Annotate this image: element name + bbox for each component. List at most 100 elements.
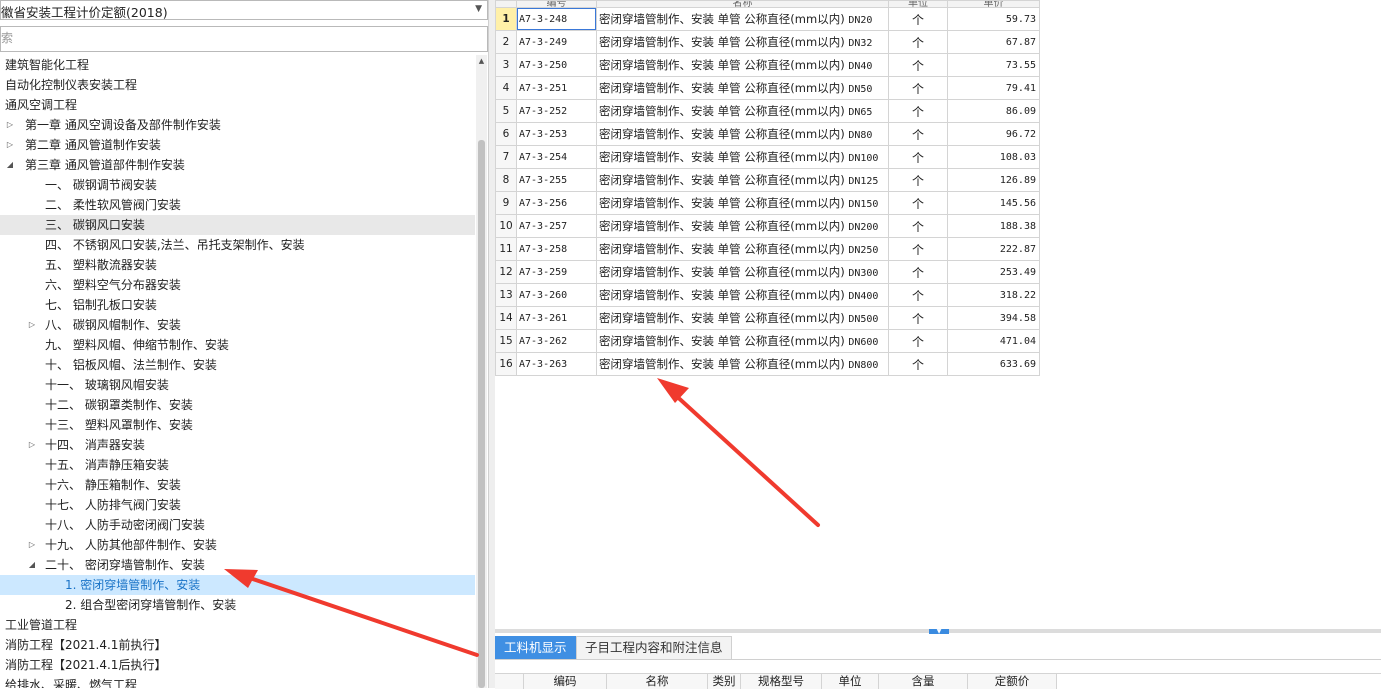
tree-node[interactable]: 十五、 消声静压箱安装 bbox=[0, 455, 475, 475]
grid-row[interactable]: 13 A7-3-260 密闭穿墙管制作、安装 单管 公称直径(mm以内) DN400… bbox=[495, 283, 1040, 307]
unit-cell[interactable]: 个 bbox=[888, 260, 948, 284]
collapsed-caret-icon[interactable]: ▷ bbox=[5, 135, 15, 155]
price-cell[interactable]: 188.38 bbox=[947, 214, 1040, 238]
tree-node[interactable]: ▷ 十四、 消声器安装 bbox=[0, 435, 475, 455]
tree-node[interactable]: 1. 密闭穿墙管制作、安装 bbox=[0, 575, 475, 595]
name-cell[interactable]: 密闭穿墙管制作、安装 单管 公称直径(mm以内) DN800 bbox=[596, 352, 889, 376]
grid-row[interactable]: 8 A7-3-255 密闭穿墙管制作、安装 单管 公称直径(mm以内) DN125 个… bbox=[495, 168, 1040, 192]
grid-row[interactable]: 15 A7-3-262 密闭穿墙管制作、安装 单管 公称直径(mm以内) DN600… bbox=[495, 329, 1040, 353]
tree-node[interactable]: ◢ 第三章 通风管道部件制作安装 bbox=[0, 155, 475, 175]
detail-header-type[interactable]: 类别 bbox=[708, 674, 741, 689]
detail-header-qty[interactable]: 含量 bbox=[879, 674, 968, 689]
search-input[interactable] bbox=[1, 28, 471, 48]
price-cell[interactable]: 126.89 bbox=[947, 168, 1040, 192]
grid-header-code[interactable]: 编号 bbox=[516, 0, 597, 8]
search-box[interactable] bbox=[0, 26, 488, 52]
code-cell[interactable]: A7-3-248 bbox=[516, 7, 597, 31]
row-number[interactable]: 15 bbox=[495, 329, 517, 353]
collapsed-caret-icon[interactable]: ▷ bbox=[27, 535, 37, 555]
panel-splitter[interactable] bbox=[488, 0, 495, 688]
tree-node[interactable]: 十一、 玻璃钢风帽安装 bbox=[0, 375, 475, 395]
grid-row[interactable]: 1 A7-3-248 密闭穿墙管制作、安装 单管 公称直径(mm以内) DN20 个 5… bbox=[495, 7, 1040, 31]
row-number[interactable]: 4 bbox=[495, 76, 517, 100]
unit-cell[interactable]: 个 bbox=[888, 122, 948, 146]
code-cell[interactable]: A7-3-260 bbox=[516, 283, 597, 307]
name-cell[interactable]: 密闭穿墙管制作、安装 单管 公称直径(mm以内) DN20 bbox=[596, 7, 889, 31]
price-cell[interactable]: 79.41 bbox=[947, 76, 1040, 100]
tree-node[interactable]: 消防工程【2021.4.1后执行】 bbox=[0, 655, 475, 675]
unit-cell[interactable]: 个 bbox=[888, 53, 948, 77]
unit-cell[interactable]: 个 bbox=[888, 7, 948, 31]
price-cell[interactable]: 633.69 bbox=[947, 352, 1040, 376]
detail-header-name[interactable]: 名称 bbox=[607, 674, 708, 689]
tab-labor-material-machine[interactable]: 工料机显示 bbox=[495, 636, 576, 659]
code-cell[interactable]: A7-3-251 bbox=[516, 76, 597, 100]
unit-cell[interactable]: 个 bbox=[888, 283, 948, 307]
tree-node[interactable]: 十七、 人防排气阀门安装 bbox=[0, 495, 475, 515]
row-number[interactable]: 2 bbox=[495, 30, 517, 54]
tree-node[interactable]: 二、 柔性软风管阀门安装 bbox=[0, 195, 475, 215]
grid-row[interactable]: 6 A7-3-253 密闭穿墙管制作、安装 单管 公称直径(mm以内) DN80 个 9… bbox=[495, 122, 1040, 146]
quota-library-select[interactable]: 徽省安装工程计价定额(2018) ▼ bbox=[0, 0, 488, 20]
grid-row[interactable]: 16 A7-3-263 密闭穿墙管制作、安装 单管 公称直径(mm以内) DN800… bbox=[495, 352, 1040, 376]
grid-row[interactable]: 7 A7-3-254 密闭穿墙管制作、安装 单管 公称直径(mm以内) DN100 个… bbox=[495, 145, 1040, 169]
price-cell[interactable]: 108.03 bbox=[947, 145, 1040, 169]
price-cell[interactable]: 222.87 bbox=[947, 237, 1040, 261]
row-number[interactable]: 16 bbox=[495, 352, 517, 376]
unit-cell[interactable]: 个 bbox=[888, 76, 948, 100]
price-cell[interactable]: 253.49 bbox=[947, 260, 1040, 284]
row-number[interactable]: 7 bbox=[495, 145, 517, 169]
tree-node[interactable]: 七、 铝制孔板口安装 bbox=[0, 295, 475, 315]
code-cell[interactable]: A7-3-249 bbox=[516, 30, 597, 54]
tree-node[interactable]: 四、 不锈钢风口安装,法兰、吊托支架制作、安装 bbox=[0, 235, 475, 255]
row-number[interactable]: 14 bbox=[495, 306, 517, 330]
code-cell[interactable]: A7-3-258 bbox=[516, 237, 597, 261]
unit-cell[interactable]: 个 bbox=[888, 168, 948, 192]
name-cell[interactable]: 密闭穿墙管制作、安装 单管 公称直径(mm以内) DN150 bbox=[596, 191, 889, 215]
unit-cell[interactable]: 个 bbox=[888, 329, 948, 353]
tree-node[interactable]: 三、 碳钢风口安装 bbox=[0, 215, 475, 235]
scrollbar-thumb[interactable] bbox=[478, 140, 485, 688]
name-cell[interactable]: 密闭穿墙管制作、安装 单管 公称直径(mm以内) DN125 bbox=[596, 168, 889, 192]
unit-cell[interactable]: 个 bbox=[888, 214, 948, 238]
tree-node[interactable]: 2. 组合型密闭穿墙管制作、安装 bbox=[0, 595, 475, 615]
collapse-grip-icon[interactable]: ▼ bbox=[929, 629, 949, 635]
collapsed-caret-icon[interactable]: ▷ bbox=[27, 315, 37, 335]
name-cell[interactable]: 密闭穿墙管制作、安装 单管 公称直径(mm以内) DN200 bbox=[596, 214, 889, 238]
tree-node[interactable]: ▷ 十九、 人防其他部件制作、安装 bbox=[0, 535, 475, 555]
unit-cell[interactable]: 个 bbox=[888, 99, 948, 123]
tree-node[interactable]: 十二、 碳钢罩类制作、安装 bbox=[0, 395, 475, 415]
price-cell[interactable]: 145.56 bbox=[947, 191, 1040, 215]
expanded-caret-icon[interactable]: ◢ bbox=[27, 555, 37, 575]
code-cell[interactable]: A7-3-254 bbox=[516, 145, 597, 169]
row-number[interactable]: 5 bbox=[495, 99, 517, 123]
tree-node[interactable]: ◢ 二十、 密闭穿墙管制作、安装 bbox=[0, 555, 475, 575]
code-cell[interactable]: A7-3-250 bbox=[516, 53, 597, 77]
grid-header-unit[interactable]: 单位 bbox=[888, 0, 948, 8]
tree-node[interactable]: 十六、 静压箱制作、安装 bbox=[0, 475, 475, 495]
grid-row[interactable]: 4 A7-3-251 密闭穿墙管制作、安装 单管 公称直径(mm以内) DN50 个 7… bbox=[495, 76, 1040, 100]
name-cell[interactable]: 密闭穿墙管制作、安装 单管 公称直径(mm以内) DN65 bbox=[596, 99, 889, 123]
code-cell[interactable]: A7-3-261 bbox=[516, 306, 597, 330]
name-cell[interactable]: 密闭穿墙管制作、安装 单管 公称直径(mm以内) DN32 bbox=[596, 30, 889, 54]
tree-node[interactable]: 五、 塑料散流器安装 bbox=[0, 255, 475, 275]
name-cell[interactable]: 密闭穿墙管制作、安装 单管 公称直径(mm以内) DN600 bbox=[596, 329, 889, 353]
grid-header-price[interactable]: 单价 bbox=[947, 0, 1040, 8]
tree-node[interactable]: ▷ 第二章 通风管道制作安装 bbox=[0, 135, 475, 155]
tab-content-notes[interactable]: 子目工程内容和附注信息 bbox=[576, 636, 732, 659]
tree-node[interactable]: 十三、 塑料风罩制作、安装 bbox=[0, 415, 475, 435]
detail-header-price[interactable]: 定额价 bbox=[968, 674, 1057, 689]
grid-row[interactable]: 14 A7-3-261 密闭穿墙管制作、安装 单管 公称直径(mm以内) DN500… bbox=[495, 306, 1040, 330]
tree-node[interactable]: 自动化控制仪表安装工程 bbox=[0, 75, 475, 95]
row-number[interactable]: 9 bbox=[495, 191, 517, 215]
code-cell[interactable]: A7-3-253 bbox=[516, 122, 597, 146]
grid-header-name[interactable]: 名称 bbox=[596, 0, 889, 8]
unit-cell[interactable]: 个 bbox=[888, 352, 948, 376]
price-cell[interactable]: 471.04 bbox=[947, 329, 1040, 353]
grid-row[interactable]: 9 A7-3-256 密闭穿墙管制作、安装 单管 公称直径(mm以内) DN150 个… bbox=[495, 191, 1040, 215]
row-number[interactable]: 3 bbox=[495, 53, 517, 77]
name-cell[interactable]: 密闭穿墙管制作、安装 单管 公称直径(mm以内) DN400 bbox=[596, 283, 889, 307]
code-cell[interactable]: A7-3-262 bbox=[516, 329, 597, 353]
tree-node[interactable]: ▷ 八、 碳钢风帽制作、安装 bbox=[0, 315, 475, 335]
name-cell[interactable]: 密闭穿墙管制作、安装 单管 公称直径(mm以内) DN250 bbox=[596, 237, 889, 261]
